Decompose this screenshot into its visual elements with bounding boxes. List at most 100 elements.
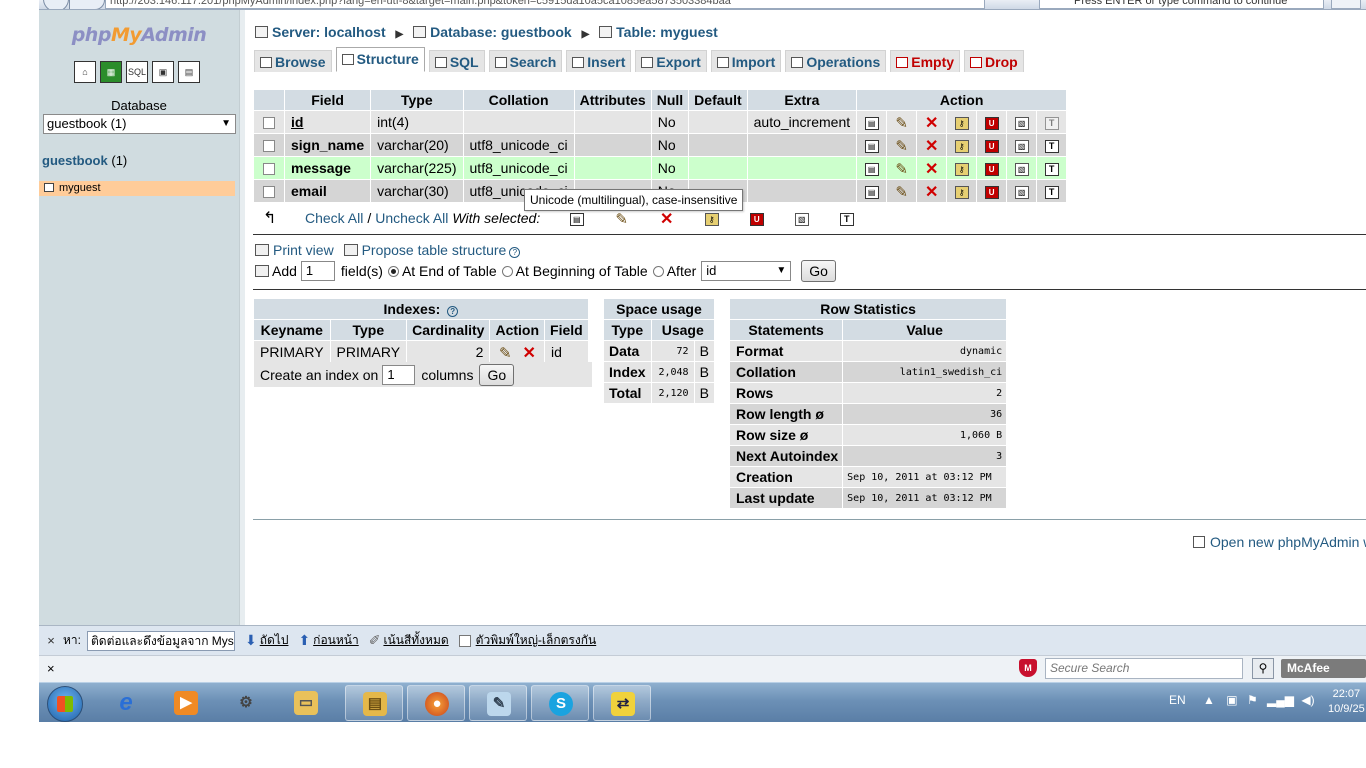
address-bar[interactable]: http://203.146.117.201/phpMyAdmin/index.… [105,0,985,9]
highlight-all-button[interactable]: ✐ เน้นสีทั้งหมด [369,631,449,650]
language-indicator[interactable]: EN [1169,693,1186,707]
browse-distinct-icon[interactable]: ▤ [864,162,879,176]
sql-docs-icon[interactable]: SQL [126,61,148,83]
table-row[interactable]: message varchar(225) utf8_unicode_ci No … [254,157,1067,179]
tab-sql[interactable]: SQL [428,50,485,72]
volume-icon[interactable]: ◀) [1301,693,1314,707]
mcafee-shield-icon[interactable]: M [1019,659,1037,677]
breadcrumb-database[interactable]: Database: guestbook [430,24,572,40]
fulltext-icon[interactable]: T [1044,139,1059,153]
mcafee-button[interactable]: McAfee [1281,659,1366,678]
primary-key-icon[interactable]: ⚷ [954,185,969,199]
nav-table-name[interactable]: myguest [59,182,101,194]
taskbar-firefox[interactable]: ● [407,685,465,721]
change-icon[interactable]: ✎ [615,212,629,227]
change-icon[interactable]: ✎ [895,185,909,200]
primary-key-icon[interactable]: ⚷ [704,212,719,226]
change-icon[interactable]: ✎ [895,162,909,177]
help-icon[interactable]: ? [447,306,459,317]
browse-distinct-icon[interactable]: ▤ [569,212,584,226]
tray-expand-icon[interactable]: ▲ [1203,693,1215,707]
index-icon[interactable]: ▧ [1014,116,1029,130]
drop-icon[interactable]: ✕ [925,161,939,177]
tray-app-icon[interactable]: ▣ [1226,693,1237,707]
fulltext-icon[interactable]: T [1044,162,1059,176]
index-icon[interactable]: ▧ [1014,162,1029,176]
browse-distinct-icon[interactable]: ▤ [864,116,879,130]
tab-operations[interactable]: Operations [785,50,887,72]
index-columns-input[interactable]: 1 [382,364,416,385]
unique-icon[interactable]: U [984,116,999,130]
taskbar-explorer[interactable]: ▤ [345,685,403,721]
primary-key-icon[interactable]: ⚷ [954,162,969,176]
clock[interactable]: 22:07 10/9/25 [1328,687,1365,717]
taskbar-internet-explorer[interactable]: e [97,685,155,721]
search-icon[interactable]: ⚲ [1252,658,1274,679]
forward-button[interactable] [69,0,105,9]
signal-icon[interactable]: ▂▄▆ [1267,693,1294,707]
drop-index-icon[interactable]: ✕ [522,345,536,361]
change-icon[interactable]: ✎ [895,139,909,154]
index-icon[interactable]: ▧ [1014,185,1029,199]
drop-icon[interactable]: ✕ [925,115,939,131]
after-radio[interactable] [652,265,664,277]
help-icon[interactable]: ? [509,247,521,258]
change-icon[interactable]: ✎ [895,116,909,131]
fulltext-icon[interactable]: T [1044,185,1059,199]
find-input[interactable]: ติดต่อและดึงข้อมูลจาก Mysql [86,630,235,651]
drop-icon[interactable]: ✕ [925,138,939,154]
tab-import[interactable]: Import [710,50,782,72]
index-icon[interactable]: ▧ [794,212,809,226]
open-new-phpmyadmin-text[interactable]: Open new phpMyAdmin wi [1210,534,1366,550]
primary-key-icon[interactable]: ⚷ [954,139,969,153]
row-checkbox[interactable] [263,117,275,130]
database-link-name[interactable]: guestbook [42,153,108,168]
breadcrumb-server[interactable]: Server: localhost [272,24,386,40]
table-row[interactable]: sign_name varchar(20) utf8_unicode_ci No… [254,134,1067,156]
fulltext-icon[interactable]: T [1044,116,1059,130]
unique-icon[interactable]: U [749,212,764,226]
find-previous-button[interactable]: ⬆ ก่อนหน้า [298,631,358,650]
taskbar-media-player[interactable]: ▶ [157,685,215,721]
breadcrumb-table[interactable]: Table: myguest [616,24,718,40]
check-all-link[interactable]: Check All [305,210,363,226]
open-new-phpmyadmin-link[interactable]: Open new phpMyAdmin wi [1193,534,1366,550]
drop-icon[interactable]: ✕ [660,211,674,227]
after-field-select[interactable]: id ▼ [701,261,792,281]
taskbar-notepad[interactable]: ✎ [469,685,527,721]
uncheck-all-link[interactable]: Uncheck All [375,210,448,226]
row-checkbox[interactable] [263,186,275,199]
at-end-radio[interactable] [387,265,399,277]
tab-search[interactable]: Search [488,50,563,72]
table-icon[interactable] [44,183,54,192]
back-button[interactable] [43,0,69,9]
match-case-option[interactable]: ตัวพิมพ์ใหญ่-เล็กตรงกัน [458,631,596,650]
unique-icon[interactable]: U [984,139,999,153]
tray-flag-icon[interactable]: ⚑ [1247,693,1258,707]
database-select[interactable]: guestbook (1) ▼ [43,114,236,134]
unique-icon[interactable]: U [984,162,999,176]
browse-distinct-icon[interactable]: ▤ [864,185,879,199]
taskbar-settings[interactable]: ⚙ [217,685,275,721]
database-link[interactable]: guestbook (1) [42,153,127,168]
add-field-go-button[interactable]: Go [801,260,836,282]
browse-distinct-icon[interactable]: ▤ [864,139,879,153]
reload-icon[interactable]: ▤ [178,61,200,83]
start-button[interactable] [47,686,83,722]
tab-drop[interactable]: Drop [964,50,1024,72]
taskbar-skype[interactable]: S [531,685,589,721]
unique-icon[interactable]: U [984,185,999,199]
tab-export[interactable]: Export [635,50,707,72]
tab-structure[interactable]: Structure [335,47,425,72]
create-index-go-button[interactable]: Go [479,363,515,386]
print-view-link[interactable]: Print view [273,242,334,258]
table-row[interactable]: id int(4) No auto_increment ▤ ✎ ✕ ⚷ U ▧ … [254,111,1067,133]
close-find-bar-icon[interactable]: × [39,633,63,648]
secure-search-input[interactable]: Secure Search [1045,658,1243,679]
tab-browse[interactable]: Browse [254,50,332,72]
tab-empty[interactable]: Empty [890,50,961,72]
at-beginning-radio[interactable] [501,265,513,277]
index-icon[interactable]: ▧ [1014,139,1029,153]
command-bar[interactable]: Press ENTER or type command to continue [1039,0,1324,9]
primary-key-icon[interactable]: ⚷ [954,116,969,130]
